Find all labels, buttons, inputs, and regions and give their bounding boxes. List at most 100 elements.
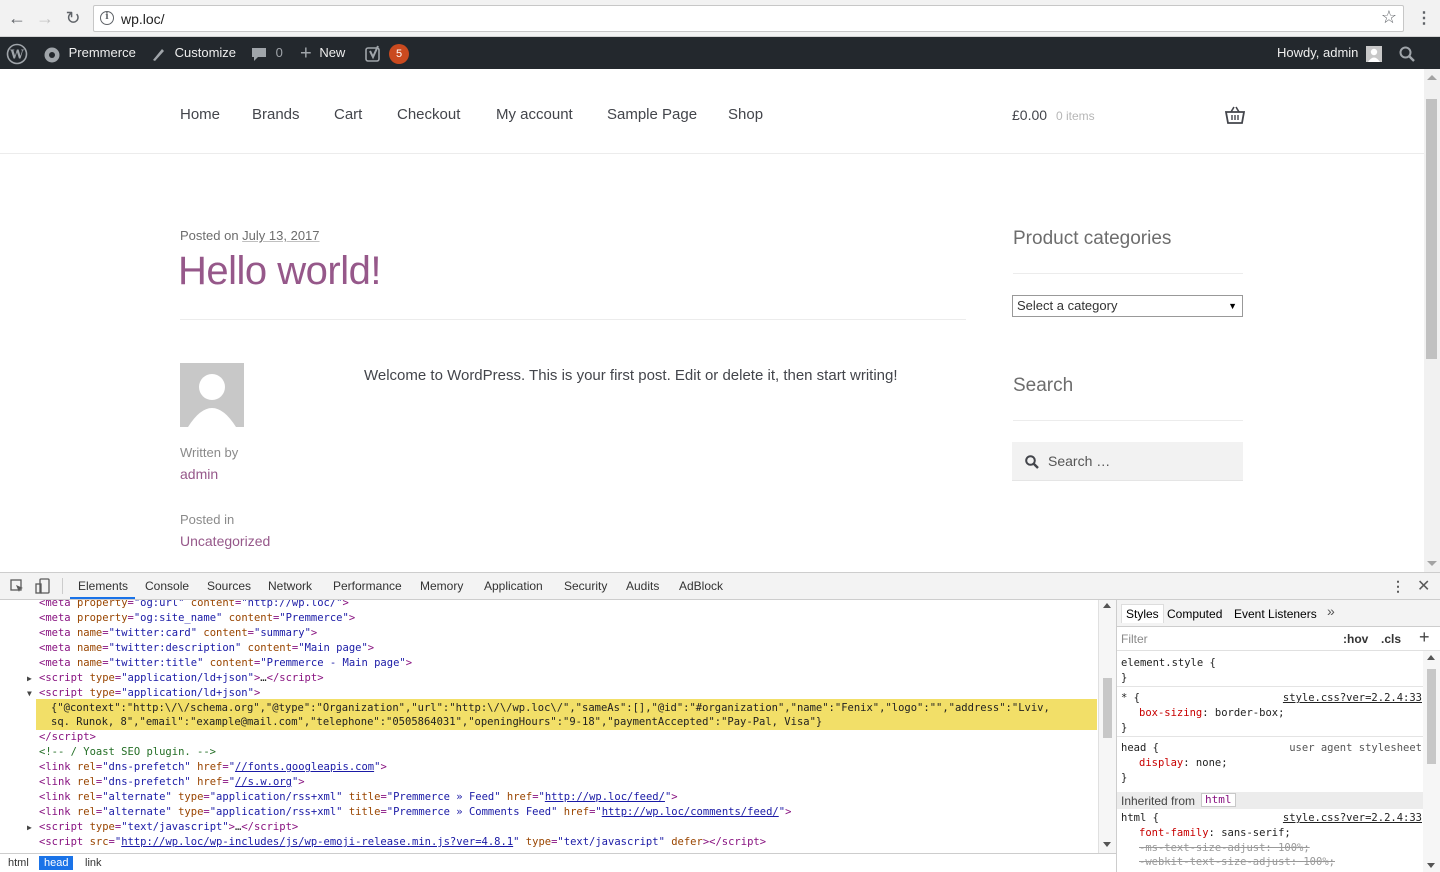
browser-menu-icon[interactable]: ⋮: [1416, 9, 1432, 29]
dom-line[interactable]: <link rel="dns-prefetch" href="//fonts.g…: [39, 761, 387, 773]
dom-line[interactable]: <meta property="og:site_name" content="P…: [39, 612, 355, 624]
dom-line[interactable]: <script type="application/ld+json">: [39, 687, 260, 699]
scrollbar-thumb[interactable]: [1426, 99, 1437, 359]
breadcrumb-link[interactable]: link: [80, 856, 107, 870]
tab-performance[interactable]: Performance: [333, 579, 402, 593]
scroll-down-arrow-icon[interactable]: [1427, 863, 1435, 868]
category-select[interactable]: Select a category ▼: [1012, 295, 1243, 317]
nav-my-account[interactable]: My account: [496, 106, 573, 123]
css-declaration[interactable]: font-family: sans-serif;: [1139, 827, 1291, 839]
dom-line[interactable]: <script src="http://wp.loc/wp-includes/j…: [39, 836, 766, 848]
class-toggle[interactable]: .cls: [1381, 632, 1401, 646]
inherited-tag[interactable]: html: [1201, 793, 1236, 807]
tab-computed[interactable]: Computed: [1167, 607, 1222, 621]
scroll-down-arrow-icon[interactable]: [1103, 842, 1111, 847]
json-ld-text-continued[interactable]: sq. Runok, 8","email":"example@mail.com"…: [51, 716, 822, 728]
json-ld-text[interactable]: {"@context":"http:\/\/schema.org","@type…: [51, 702, 1050, 714]
css-declaration[interactable]: box-sizing: border-box;: [1139, 707, 1284, 719]
wordpress-logo-icon[interactable]: W: [6, 37, 28, 69]
scroll-up-arrow-icon[interactable]: [1427, 655, 1435, 660]
scroll-up-arrow-icon[interactable]: [1427, 75, 1437, 80]
nav-cart[interactable]: Cart: [334, 106, 362, 123]
nav-sample-page[interactable]: Sample Page: [607, 106, 697, 123]
site-info-icon[interactable]: i: [100, 11, 114, 25]
breadcrumb-html[interactable]: html: [3, 856, 34, 870]
tab-application[interactable]: Application: [484, 579, 543, 593]
dom-line[interactable]: <link rel="dns-prefetch" href="//s.w.org…: [39, 776, 305, 788]
reload-icon[interactable]: ↻: [63, 8, 83, 28]
dom-line[interactable]: </script>: [39, 731, 96, 743]
author-link[interactable]: admin: [180, 466, 218, 482]
dom-tree-scrollbar[interactable]: [1098, 600, 1116, 853]
rule-source-link[interactable]: style.css?ver=2.2.4:33: [1283, 692, 1422, 704]
tab-network[interactable]: Network: [268, 579, 312, 593]
nav-shop[interactable]: Shop: [728, 106, 763, 123]
new-rule-plus-icon[interactable]: +: [1419, 627, 1430, 648]
device-toolbar-icon[interactable]: [35, 578, 51, 594]
site-name-menu[interactable]: Premmerce: [43, 37, 136, 69]
dom-line[interactable]: <meta name="twitter:title" content="Prem…: [39, 657, 412, 669]
scroll-up-arrow-icon[interactable]: [1103, 603, 1111, 608]
search-input[interactable]: Search …: [1012, 442, 1243, 481]
filter-input[interactable]: Filter: [1121, 632, 1148, 646]
scrollbar-thumb[interactable]: [1103, 678, 1112, 738]
rule-source-link[interactable]: style.css?ver=2.2.4:33: [1283, 812, 1422, 824]
dom-line[interactable]: <script type="application/ld+json">…</sc…: [39, 672, 324, 684]
nav-home[interactable]: Home: [180, 106, 220, 123]
collapse-triangle-icon[interactable]: ▼: [27, 689, 32, 698]
hover-state-toggle[interactable]: :hov: [1343, 632, 1368, 646]
overridden-declaration[interactable]: -ms-text-size-adjust: 100%;: [1139, 842, 1310, 854]
page-scrollbar[interactable]: [1424, 69, 1440, 572]
inspect-element-icon[interactable]: [10, 579, 24, 593]
expand-triangle-icon[interactable]: ▶: [27, 674, 32, 683]
back-icon[interactable]: ←: [7, 8, 27, 28]
tab-audits[interactable]: Audits: [626, 579, 659, 593]
customize-menu[interactable]: Customize: [150, 37, 236, 69]
comments-menu[interactable]: 0: [251, 37, 283, 69]
overridden-declaration[interactable]: -webkit-text-size-adjust: 100%;: [1139, 856, 1335, 868]
styles-scrollbar[interactable]: [1423, 651, 1440, 872]
tab-event-listeners[interactable]: Event Listeners: [1234, 607, 1317, 621]
expand-triangle-icon[interactable]: ▶: [27, 823, 32, 832]
more-tabs-icon[interactable]: »: [1327, 603, 1335, 619]
element-style-rule[interactable]: element.style {: [1121, 657, 1216, 669]
tab-memory[interactable]: Memory: [420, 579, 463, 593]
dom-line[interactable]: <meta property="og:url" content="http://…: [39, 600, 349, 609]
yoast-seo-menu[interactable]: [365, 37, 383, 69]
cart-item-count[interactable]: 0 items: [1056, 109, 1095, 123]
close-devtools-icon[interactable]: ✕: [1417, 576, 1430, 596]
category-link[interactable]: Uncategorized: [180, 533, 270, 549]
tab-console[interactable]: Console: [145, 579, 189, 593]
scroll-down-arrow-icon[interactable]: [1427, 561, 1437, 566]
nav-brands[interactable]: Brands: [252, 106, 300, 123]
post-date-link[interactable]: July 13, 2017: [242, 228, 319, 243]
tab-security[interactable]: Security: [564, 579, 607, 593]
forward-icon[interactable]: →: [35, 8, 55, 28]
address-bar[interactable]: i wp.loc/ ☆: [93, 5, 1404, 32]
new-content-menu[interactable]: + New: [300, 37, 345, 69]
universal-rule[interactable]: * {: [1121, 692, 1140, 704]
dom-line[interactable]: <meta name="twitter:card" content="summa…: [39, 627, 317, 639]
dom-line[interactable]: <meta name="twitter:description" content…: [39, 642, 374, 654]
head-rule[interactable]: head {: [1121, 742, 1159, 754]
tab-adblock[interactable]: AdBlock: [679, 579, 723, 593]
dom-line[interactable]: <link rel="alternate" type="application/…: [39, 791, 678, 803]
tab-sources[interactable]: Sources: [207, 579, 251, 593]
admin-search-icon[interactable]: [1399, 37, 1415, 69]
breadcrumb-head[interactable]: head: [39, 856, 74, 870]
post-title[interactable]: Hello world!: [178, 249, 381, 294]
my-account-menu[interactable]: Howdy, admin: [1277, 37, 1383, 69]
css-declaration[interactable]: display: none;: [1139, 757, 1228, 769]
dom-comment[interactable]: <!-- / Yoast SEO plugin. -->: [39, 746, 216, 758]
cart-total[interactable]: £0.00: [1012, 107, 1047, 123]
tab-elements[interactable]: Elements: [78, 579, 128, 593]
dom-line[interactable]: <script type="text/javascript">…</script…: [39, 821, 298, 833]
dom-line[interactable]: <link rel="alternate" type="application/…: [39, 806, 791, 818]
devtools-menu-icon[interactable]: ⋮: [1391, 578, 1405, 595]
basket-icon[interactable]: [1224, 106, 1246, 129]
bookmark-star-icon[interactable]: ☆: [1381, 7, 1397, 28]
dom-tree[interactable]: <meta property="og:url" content="http://…: [0, 600, 1098, 853]
tab-styles[interactable]: Styles: [1121, 604, 1164, 623]
scrollbar-thumb[interactable]: [1427, 669, 1436, 764]
nav-checkout[interactable]: Checkout: [397, 106, 460, 123]
